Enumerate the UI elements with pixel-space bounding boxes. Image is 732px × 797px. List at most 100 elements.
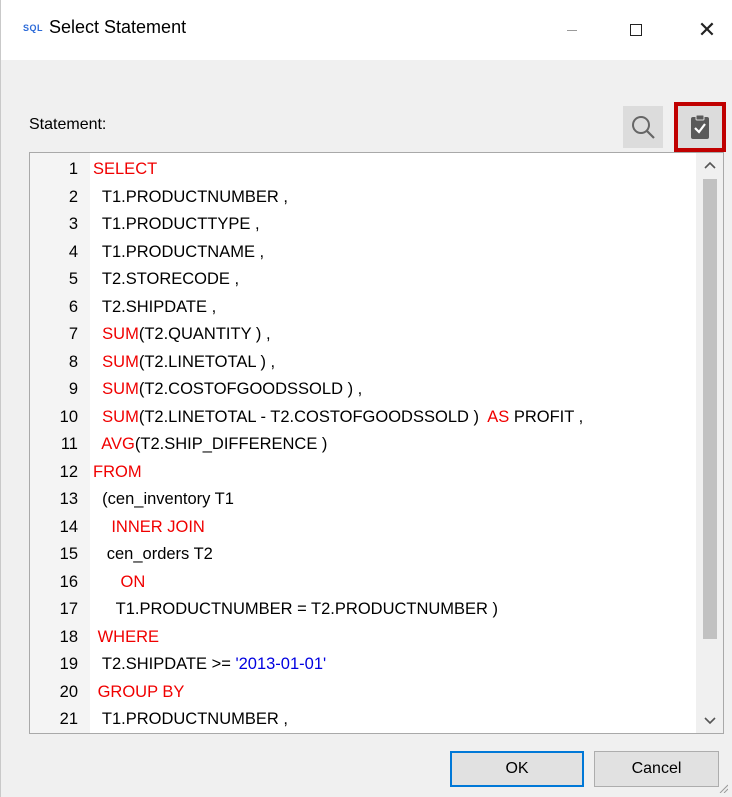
code-line: 12 FROM (30, 459, 695, 487)
sql-token: T1.PRODUCTNUMBER = T2.PRODUCTNUMBER ) (93, 600, 499, 618)
code-line: 21 T1.PRODUCTNUMBER , (30, 706, 695, 733)
minimize-icon (567, 29, 577, 31)
resize-grip-icon[interactable] (718, 783, 728, 793)
line-number: 16 (59, 572, 78, 591)
code-line: 7 SUM(T2.QUANTITY ) , (30, 321, 695, 349)
sql-keyword: ON (120, 572, 146, 591)
code-text: ON (93, 569, 146, 597)
sql-token: T1.PRODUCTNAME , (93, 242, 265, 261)
line-number: 19 (59, 655, 78, 673)
maximize-icon (630, 24, 642, 36)
sql-keyword: GROUP BY (97, 682, 185, 701)
code-text: WHERE (93, 624, 159, 652)
sql-code-area[interactable]: 1 SELECT 2 T1.PRODUCTNUMBER ,3 T1.PRODUCTT… (30, 156, 695, 735)
line-number: 13 (59, 490, 78, 508)
code-text: T1.PRODUCTNUMBER , (93, 706, 288, 733)
sql-token: (T2.COSTOFGOODSSOLD ) , (138, 380, 363, 398)
code-line: 19 T2.SHIPDATE >= '2013-01-01' (30, 651, 695, 679)
line-number: 18 (59, 627, 78, 646)
code-text: SELECT (93, 156, 157, 184)
code-text: T1.PRODUCTTYPE , (93, 734, 260, 735)
title-bar[interactable]: SQL Select Statement ✕ (1, 0, 732, 60)
sql-keyword: FROM (93, 462, 142, 481)
code-text: T2.SHIPDATE , (93, 294, 216, 322)
code-line: 10 SUM(T2.LINETOTAL - T2.COSTOFGOODSSOLD… (30, 404, 695, 432)
close-icon: ✕ (697, 17, 717, 42)
line-number: 9 (68, 380, 78, 398)
code-text: (cen_inventory T1 (93, 486, 234, 514)
line-number: 12 (59, 462, 78, 481)
code-line: 3 T1.PRODUCTTYPE , (30, 211, 695, 239)
code-text: T1.PRODUCTTYPE , (93, 211, 260, 239)
code-line: 14 INNER JOIN (30, 514, 695, 542)
code-line: 2 T1.PRODUCTNUMBER , (30, 184, 695, 212)
scrollbar-thumb[interactable] (703, 179, 717, 639)
window-title: Select Statement (49, 17, 187, 37)
code-line: 11 AVG(T2.SHIP_DIFFERENCE ) (30, 431, 695, 459)
code-line: 4 T1.PRODUCTNAME , (30, 239, 695, 267)
cancel-button[interactable]: Cancel (594, 751, 719, 787)
code-text: cen_orders T2 (93, 541, 213, 569)
line-number: 10 (59, 407, 78, 426)
code-text: INNER JOIN (93, 514, 205, 542)
line-number: 14 (59, 517, 78, 536)
code-text: SUM(T2.LINETOTAL - T2.COSTOFGOODSSOLD ) … (93, 404, 583, 432)
sql-keyword: AVG (101, 435, 135, 453)
minimize-button[interactable] (549, 10, 595, 50)
code-line: 16 ON (30, 569, 695, 597)
code-text: FROM (93, 459, 142, 487)
code-line: 20 GROUP BY (30, 679, 695, 707)
code-text: T1.PRODUCTNUMBER , (93, 184, 288, 212)
line-number: 7 (68, 325, 78, 343)
ok-button[interactable]: OK (450, 751, 584, 787)
sql-editor[interactable]: 1 SELECT 2 T1.PRODUCTNUMBER ,3 T1.PRODUCTT… (29, 152, 724, 734)
line-number: 4 (68, 242, 78, 261)
close-button[interactable]: ✕ (684, 10, 730, 50)
chevron-down-icon[interactable] (696, 709, 723, 733)
code-line: 8 SUM(T2.LINETOTAL ) , (30, 349, 695, 377)
vertical-scrollbar[interactable] (696, 153, 723, 733)
code-text: AVG(T2.SHIP_DIFFERENCE ) (93, 431, 327, 459)
code-line: 13 (cen_inventory T1 (30, 486, 695, 514)
line-number: 1 (68, 160, 78, 178)
sql-keyword: SELECT (93, 160, 158, 178)
sql-token: T1.PRODUCTTYPE , (93, 215, 260, 233)
code-text: GROUP BY (93, 679, 185, 707)
search-button[interactable] (623, 106, 663, 148)
code-text: T1.PRODUCTNUMBER = T2.PRODUCTNUMBER ) (93, 596, 498, 624)
maximize-button[interactable] (613, 10, 659, 50)
line-number: 6 (68, 297, 78, 316)
line-number: 3 (68, 215, 78, 233)
sql-app-icon: SQL (23, 23, 44, 33)
sql-keyword: SUM (102, 380, 139, 398)
select-statement-dialog: SQL Select Statement ✕ Statement: 1 SELEC… (0, 0, 732, 797)
chevron-up-icon[interactable] (696, 153, 723, 177)
sql-keyword: SUM (102, 325, 139, 343)
sql-token: T2.SHIPDATE >= (93, 655, 236, 673)
code-text: SUM(T2.COSTOFGOODSSOLD ) , (93, 376, 362, 404)
sql-token: T1.PRODUCTNUMBER , (93, 187, 288, 206)
code-line: 22 T1.PRODUCTTYPE , (30, 734, 695, 735)
sql-keyword: WHERE (97, 627, 160, 646)
sql-string: '2013-01-01' (235, 655, 327, 673)
sql-keyword: SUM (102, 352, 139, 371)
clipboard-check-icon (691, 114, 709, 139)
line-number: 11 (60, 435, 78, 453)
code-line: 5 T2.STORECODE , (30, 266, 695, 294)
code-line: 1 SELECT (30, 156, 695, 184)
code-text: SUM(T2.QUANTITY ) , (93, 321, 270, 349)
sql-token: T2.STORECODE , (93, 270, 240, 288)
sql-token: (cen_inventory T1 (93, 490, 234, 508)
line-number: 22 (30, 734, 78, 735)
line-number: 2 (68, 187, 78, 206)
code-text: SUM(T2.LINETOTAL ) , (93, 349, 275, 377)
copy-to-clipboard-button[interactable] (674, 102, 726, 152)
line-number: 20 (59, 682, 78, 701)
search-icon (632, 116, 655, 139)
code-text: T2.SHIPDATE >= '2013-01-01' (93, 651, 326, 679)
sql-token: (T2.SHIP_DIFFERENCE ) (134, 435, 328, 453)
sql-token: (T2.LINETOTAL - T2.COSTOFGOODSSOLD ) (138, 407, 488, 426)
